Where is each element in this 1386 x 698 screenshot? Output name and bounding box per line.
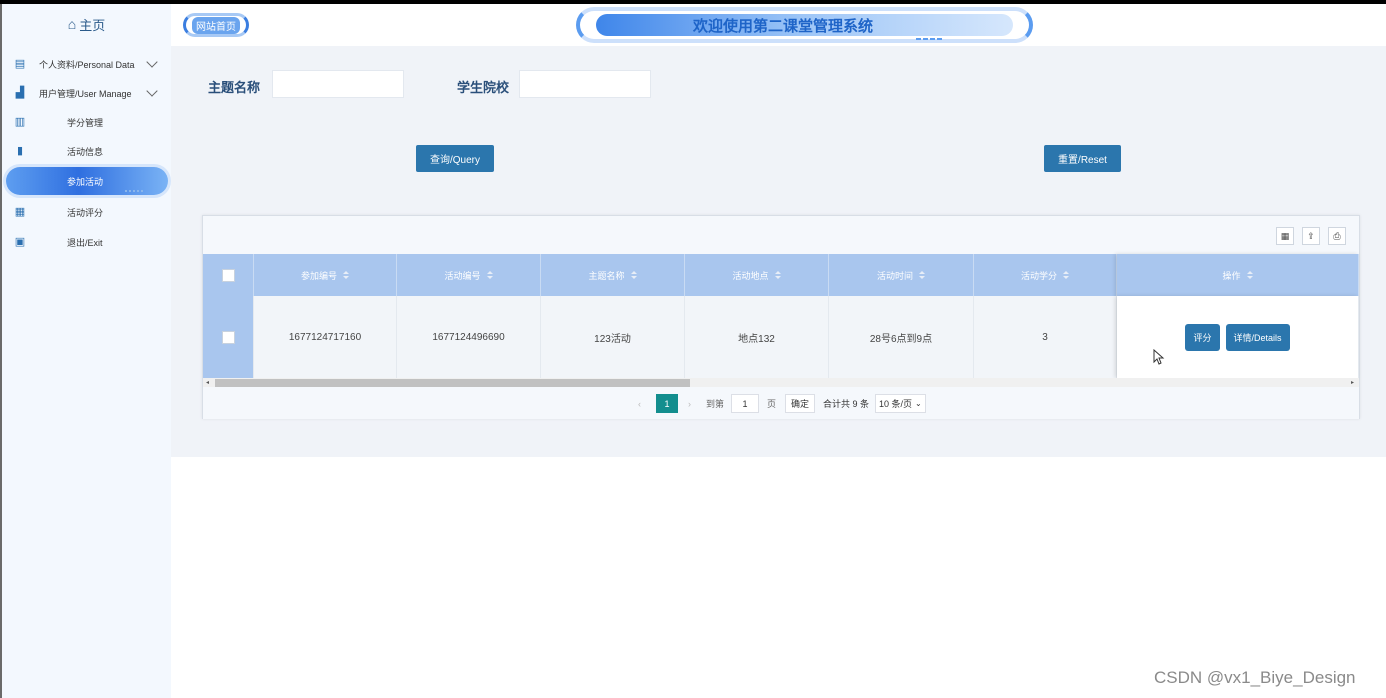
sidebar-item-personal-data[interactable]: ▤ 个人资料/Personal Data xyxy=(2,52,171,76)
print-icon[interactable]: ⎙ xyxy=(1328,227,1346,245)
table-cell: 28号6点到9点 xyxy=(829,296,974,378)
row-actions-cell: 评分 详情/Details xyxy=(1117,296,1359,378)
columns-icon[interactable]: ▦ xyxy=(1276,227,1294,245)
student-school-label: 学生院校 xyxy=(457,80,510,95)
sidebar-item-label: 个人资料/Personal Data xyxy=(39,59,135,70)
theme-name-input[interactable] xyxy=(272,70,404,98)
next-page-icon[interactable]: › xyxy=(688,394,691,413)
sidebar-item-activity-info[interactable]: ▮ 活动信息 xyxy=(2,139,171,163)
sidebar-home-link[interactable]: ⌂ 主页 xyxy=(2,4,171,44)
query-button[interactable]: 查询/Query xyxy=(416,145,494,172)
page-number-current[interactable]: 1 xyxy=(656,394,678,413)
page-size-select[interactable]: 10 条/页 ⌄ xyxy=(875,394,926,413)
sort-icon[interactable] xyxy=(774,270,781,280)
sidebar: ⌂ 主页 ▤ 个人资料/Personal Data ▟ 用户管理/User Ma… xyxy=(2,4,171,698)
sidebar-home-label: 主页 xyxy=(79,17,106,33)
sidebar-item-label: 退出/Exit xyxy=(67,237,103,248)
table-cell: 3 xyxy=(974,296,1117,378)
sidebar-item-label: 用户管理/User Manage xyxy=(39,88,132,99)
chevron-down-icon: ⌄ xyxy=(915,399,922,408)
page-unit-label: 页 xyxy=(767,399,777,409)
table-cell: 1677124717160 xyxy=(254,296,397,378)
column-header-label: 活动学分 xyxy=(1020,270,1057,281)
chevron-down-icon xyxy=(146,85,158,97)
calendar-check-icon: ▣ xyxy=(14,236,26,248)
scrollbar-thumb[interactable] xyxy=(215,379,690,387)
rate-button[interactable]: 评分 xyxy=(1185,323,1220,351)
scroll-left-arrow-icon[interactable]: ◂ xyxy=(206,379,209,386)
site-home-label: 网站首页 xyxy=(192,16,240,34)
total-count: 合计共 9 条 xyxy=(823,399,870,409)
site-home-button[interactable]: 网站首页 xyxy=(183,13,249,37)
column-header-actions: 操作 xyxy=(1117,254,1359,296)
reset-button[interactable]: 重置/Reset xyxy=(1044,145,1121,172)
sidebar-item-label-active: 参加活动 xyxy=(67,177,104,187)
table-card: ▦ ⇪ ⎙ 参加编号 活动编号 主题名称 活动地点 活动时间 活动学分 操作 1… xyxy=(202,215,1360,419)
column-header-label: 活动地点 xyxy=(732,270,769,281)
sort-icon[interactable] xyxy=(630,270,637,280)
watermark: CSDN @vx1_Biye_Design xyxy=(1154,668,1356,687)
row-select-cell xyxy=(203,296,254,378)
top-header: 网站首页 欢迎使用第二课堂管理系统 xyxy=(171,4,1386,46)
pagination: ‹ 1 › 到第 1 页 确定 合计共 9 条 10 条/页 ⌄ xyxy=(203,387,1359,419)
sidebar-item-user-manage[interactable]: ▟ 用户管理/User Manage xyxy=(2,81,171,105)
column-header[interactable]: 活动编号 xyxy=(397,254,541,296)
table-cell: 123活动 xyxy=(541,296,685,378)
select-all-header xyxy=(203,254,254,296)
export-icon[interactable]: ⇪ xyxy=(1302,227,1320,245)
chevron-down-icon xyxy=(146,56,158,68)
column-header-label: 活动时间 xyxy=(876,270,913,281)
table-cell: 1677124496690 xyxy=(397,296,541,378)
sidebar-item-exit[interactable]: ▣ 退出/Exit xyxy=(2,230,171,254)
table-toolbar: ▦ ⇪ ⎙ xyxy=(203,216,1359,254)
column-header[interactable]: 活动地点 xyxy=(685,254,829,296)
sort-icon[interactable] xyxy=(1063,270,1069,280)
sidebar-item-credit-manage[interactable]: ▥ 学分管理 xyxy=(2,110,171,134)
document-icon: ▤ xyxy=(14,58,26,70)
details-button[interactable]: 详情/Details xyxy=(1225,323,1290,351)
decorative-dots xyxy=(916,38,942,41)
title-banner: 欢迎使用第二课堂管理系统 xyxy=(596,14,1013,36)
bar-chart-icon: ▥ xyxy=(14,116,26,128)
column-header[interactable]: 参加编号 xyxy=(254,254,397,296)
decorative-dots xyxy=(125,190,143,193)
home-icon: ⌂ xyxy=(67,16,77,32)
table-cell: 地点132 xyxy=(685,296,829,378)
scroll-right-arrow-icon[interactable]: ▸ xyxy=(1351,379,1354,386)
student-school-input[interactable] xyxy=(519,70,651,98)
users-chart-icon: ▟ xyxy=(15,87,25,99)
bookmark-icon: ▮ xyxy=(16,145,24,157)
sidebar-item-label: 活动评分 xyxy=(67,207,104,218)
sort-icon[interactable] xyxy=(343,270,349,280)
sidebar-item-label: 活动信息 xyxy=(67,146,104,157)
column-header-label: 操作 xyxy=(1222,270,1241,281)
column-header-label: 主题名称 xyxy=(588,270,625,281)
column-header-label: 活动编号 xyxy=(444,270,481,281)
column-header[interactable]: 主题名称 xyxy=(541,254,685,296)
sort-icon[interactable] xyxy=(486,270,493,280)
goto-page-input[interactable]: 1 xyxy=(731,394,759,413)
sort-icon[interactable] xyxy=(1246,270,1253,280)
sort-icon[interactable] xyxy=(919,270,925,280)
sidebar-item-activity-rating[interactable]: ▦ 活动评分 xyxy=(2,200,171,224)
goto-label: 到第 xyxy=(706,399,725,409)
calendar-icon: ▦ xyxy=(14,206,26,218)
select-all-checkbox[interactable] xyxy=(221,268,235,282)
column-header[interactable]: 活动学分 xyxy=(974,254,1117,296)
page-title: 欢迎使用第二课堂管理系统 xyxy=(692,17,873,35)
row-checkbox[interactable] xyxy=(221,330,235,344)
theme-name-label: 主题名称 xyxy=(208,80,261,95)
column-header-label: 参加编号 xyxy=(300,270,337,281)
horizontal-scrollbar[interactable]: ◂ ▸ xyxy=(203,378,1359,387)
goto-confirm-button[interactable]: 确定 xyxy=(785,394,816,413)
sidebar-item-label: 学分管理 xyxy=(67,117,104,128)
column-header[interactable]: 活动时间 xyxy=(829,254,974,296)
page-size-value: 10 条/页 xyxy=(879,399,913,409)
prev-page-icon[interactable]: ‹ xyxy=(638,394,641,413)
mouse-cursor-icon xyxy=(1153,349,1165,365)
